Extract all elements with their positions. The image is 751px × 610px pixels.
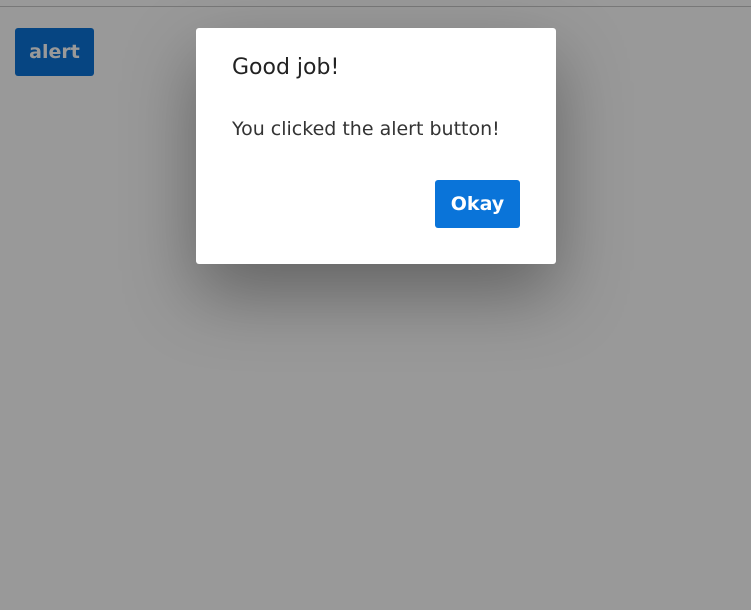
okay-button[interactable]: Okay xyxy=(435,180,520,228)
dialog-message: You clicked the alert button! xyxy=(232,118,500,140)
page-root: alert Good job! You clicked the alert bu… xyxy=(0,0,751,610)
dialog-title: Good job! xyxy=(232,55,340,80)
alert-dialog: Good job! You clicked the alert button! … xyxy=(196,28,556,264)
